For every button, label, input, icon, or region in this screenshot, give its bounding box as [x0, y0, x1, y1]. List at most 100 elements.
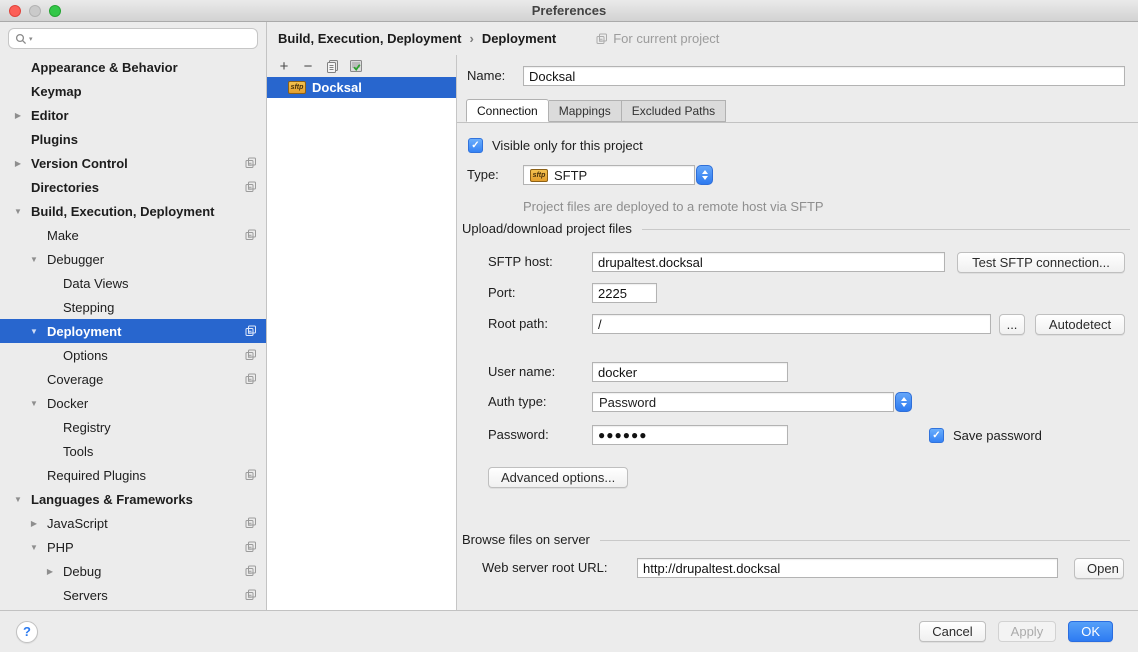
root-path-input[interactable] — [592, 314, 991, 334]
name-input[interactable] — [523, 66, 1125, 86]
sidebar-item-label: Servers — [63, 588, 108, 603]
sidebar-item-label: Deployment — [47, 324, 121, 339]
user-name-label: User name: — [488, 362, 555, 382]
breadcrumb-separator: › — [469, 31, 473, 46]
sidebar-item-label: Registry — [63, 420, 111, 435]
sidebar-item-stepping[interactable]: Stepping — [0, 295, 266, 319]
sidebar-item-label: Editor — [31, 108, 69, 123]
scope-indicator: For current project — [596, 31, 719, 46]
sidebar-item-registry[interactable]: Registry — [0, 415, 266, 439]
auth-type-select[interactable]: Password — [592, 392, 894, 412]
sidebar-item-editor[interactable]: ▶ Editor — [0, 103, 266, 127]
sidebar-item-label: Debug — [63, 564, 101, 579]
sidebar-item-data-views[interactable]: Data Views — [0, 271, 266, 295]
web-root-input[interactable] — [637, 558, 1058, 578]
browse-section-header: Browse files on server — [462, 531, 1130, 547]
port-input[interactable] — [592, 283, 657, 303]
advanced-options-button[interactable]: Advanced options... — [488, 467, 628, 488]
sidebar-item-servers[interactable]: Servers — [0, 583, 266, 607]
per-project-icon — [245, 517, 257, 529]
sftp-host-input[interactable] — [592, 252, 945, 272]
chevron-down-icon[interactable]: ▼ — [9, 207, 27, 216]
sidebar-item-docker[interactable]: ▼Docker — [0, 391, 266, 415]
root-path-label: Root path: — [488, 314, 548, 334]
remove-server-button[interactable]: − — [301, 58, 315, 74]
use-as-default-button[interactable] — [349, 58, 363, 74]
breadcrumb-parent[interactable]: Build, Execution, Deployment — [278, 31, 461, 46]
add-server-button[interactable]: + — [277, 58, 291, 74]
tab-mappings[interactable]: Mappings — [549, 100, 622, 122]
chevron-down-icon[interactable]: ▼ — [25, 327, 43, 336]
user-name-input[interactable] — [592, 362, 788, 382]
sidebar-item-debugger[interactable]: ▼Debugger — [0, 247, 266, 271]
sidebar-item-debug[interactable]: ▶ Debug — [0, 559, 266, 583]
chevron-right-icon[interactable]: ▶ — [9, 111, 27, 120]
per-project-icon — [245, 589, 257, 601]
help-button[interactable]: ? — [16, 621, 38, 643]
password-input[interactable] — [592, 425, 788, 445]
sidebar-item-options[interactable]: Options — [0, 343, 266, 367]
sftp-host-label: SFTP host: — [488, 252, 553, 272]
sidebar-item-label: Languages & Frameworks — [31, 492, 193, 507]
cancel-button[interactable]: Cancel — [919, 621, 985, 642]
copy-server-button[interactable] — [325, 58, 339, 74]
tab-connection[interactable]: Connection — [466, 99, 549, 122]
sidebar-item-label: Stepping — [63, 300, 114, 315]
visible-only-checkbox[interactable] — [468, 138, 483, 153]
save-password-checkbox[interactable] — [929, 428, 944, 443]
per-project-icon — [245, 157, 257, 169]
search-field[interactable]: ▾ — [8, 28, 258, 49]
sidebar-item-javascript[interactable]: ▶ JavaScript — [0, 511, 266, 535]
search-input[interactable] — [35, 32, 251, 46]
sidebar-item-tools[interactable]: Tools — [0, 439, 266, 463]
sidebar-item-keymap[interactable]: Keymap — [0, 79, 266, 103]
web-root-label: Web server root URL: — [482, 558, 607, 578]
sidebar-item-plugins[interactable]: Plugins — [0, 127, 266, 151]
search-options-caret-icon[interactable]: ▾ — [29, 35, 33, 43]
type-select[interactable]: sftp SFTP — [523, 165, 695, 185]
sidebar-item-make[interactable]: Make — [0, 223, 266, 247]
open-button[interactable]: Open — [1074, 558, 1124, 579]
ok-button[interactable]: OK — [1068, 621, 1113, 642]
zoom-button[interactable] — [49, 5, 61, 17]
sidebar-item-label: Keymap — [31, 84, 82, 99]
upload-section-label: Upload/download project files — [462, 221, 632, 236]
sidebar-item-appearance-behavior[interactable]: Appearance & Behavior — [0, 55, 266, 79]
tab-excluded-paths[interactable]: Excluded Paths — [622, 100, 726, 122]
type-select-stepper[interactable] — [696, 165, 713, 185]
search-icon — [15, 33, 27, 45]
sidebar-item-label: JavaScript — [47, 516, 108, 531]
chevron-down-icon[interactable]: ▼ — [9, 495, 27, 504]
sidebar-item-coverage[interactable]: Coverage — [0, 367, 266, 391]
server-list-panel: + − sftpDocksal — [267, 55, 457, 610]
sidebar-item-label: Build, Execution, Deployment — [31, 204, 214, 219]
name-label: Name: — [467, 66, 505, 86]
autodetect-button[interactable]: Autodetect — [1035, 314, 1125, 335]
chevron-down-icon[interactable]: ▼ — [25, 255, 43, 264]
sidebar-item-php[interactable]: ▼ PHP — [0, 535, 266, 559]
sidebar-item-required-plugins[interactable]: Required Plugins — [0, 463, 266, 487]
sidebar-item-languages-frameworks[interactable]: ▼ Languages & Frameworks — [0, 487, 266, 511]
chevron-right-icon[interactable]: ▶ — [41, 567, 59, 576]
chevron-right-icon[interactable]: ▶ — [9, 159, 27, 168]
test-sftp-connection-button[interactable]: Test SFTP connection... — [957, 252, 1125, 273]
sidebar-item-version-control[interactable]: ▶Version Control — [0, 151, 266, 175]
browse-root-path-button[interactable]: ... — [999, 314, 1025, 335]
chevron-down-icon[interactable]: ▼ — [25, 399, 43, 408]
sidebar-item-directories[interactable]: Directories — [0, 175, 266, 199]
visible-only-label: Visible only for this project — [492, 138, 643, 153]
sidebar-item-deployment[interactable]: ▼ Deployment — [0, 319, 266, 343]
breadcrumb: Build, Execution, Deployment › Deploymen… — [267, 22, 1138, 55]
main-area: ▾ Appearance & Behavior Keymap ▶ Editor Plug… — [0, 22, 1138, 610]
minimize-button — [29, 5, 41, 17]
auth-type-select-stepper[interactable] — [895, 392, 912, 412]
chevron-down-icon[interactable]: ▼ — [25, 543, 43, 552]
apply-button[interactable]: Apply — [998, 621, 1057, 642]
close-button[interactable] — [9, 5, 21, 17]
server-item-docksal[interactable]: sftpDocksal — [267, 77, 456, 98]
chevron-right-icon[interactable]: ▶ — [25, 519, 43, 528]
sftp-icon: sftp — [288, 81, 306, 94]
sidebar-item-label: PHP — [47, 540, 74, 555]
auth-type-value: Password — [599, 395, 656, 410]
sidebar-item-build-execution-deployment[interactable]: ▼ Build, Execution, Deployment — [0, 199, 266, 223]
